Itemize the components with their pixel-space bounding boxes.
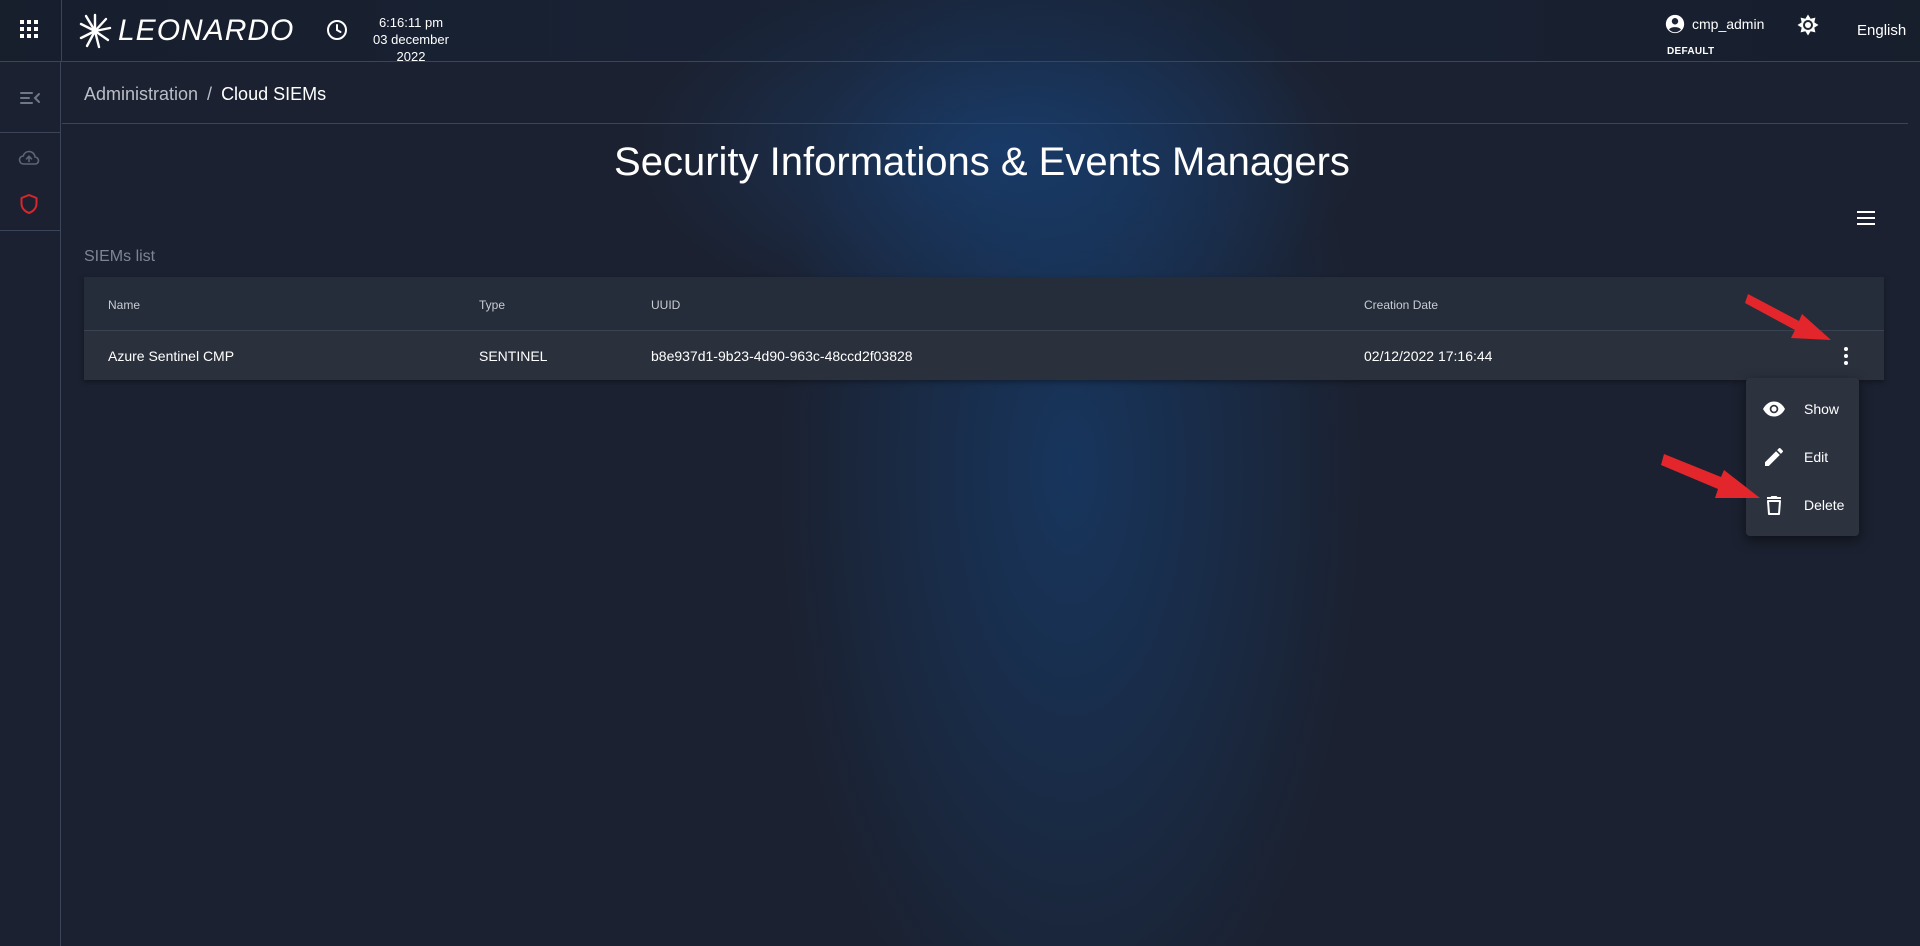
- cloud-upload-icon[interactable]: [17, 146, 41, 170]
- breadcrumb: Administration / Cloud SIEMs: [84, 84, 326, 105]
- column-header-creation-date[interactable]: Creation Date: [1364, 298, 1438, 312]
- clock-icon: [327, 20, 347, 40]
- menu-item-label: Edit: [1804, 449, 1829, 465]
- trash-icon: [1767, 496, 1781, 515]
- account-circle-icon[interactable]: [1664, 13, 1686, 35]
- user-name[interactable]: cmp_admin: [1692, 16, 1764, 32]
- cell-uuid: b8e937d1-9b23-4d90-963c-48ccd2f03828: [651, 348, 913, 364]
- eye-icon: [1763, 401, 1785, 417]
- cell-creation-date: 02/12/2022 17:16:44: [1364, 348, 1493, 364]
- table-row[interactable]: Azure Sentinel CMP SENTINEL b8e937d1-9b2…: [84, 331, 1884, 380]
- table-header: Name Type UUID Creation Date: [84, 277, 1884, 331]
- top-bar: LEONARDO 6:16:11 pm 03 december 2022 cmp…: [0, 0, 1920, 65]
- column-header-uuid[interactable]: UUID: [651, 298, 680, 312]
- pencil-icon: [1765, 448, 1783, 466]
- current-time: 6:16:11 pm: [378, 15, 444, 30]
- page-title: Security Informations & Events Managers: [614, 140, 1350, 184]
- menu-item-label: Delete: [1804, 497, 1845, 513]
- cell-type: SENTINEL: [479, 348, 548, 364]
- breadcrumb-administration[interactable]: Administration: [84, 84, 198, 104]
- column-header-type[interactable]: Type: [479, 298, 505, 312]
- tenant-label: DEFAULT: [1667, 46, 1715, 57]
- leonardo-logo-mark-icon: [79, 13, 112, 49]
- sidebar: [0, 62, 61, 946]
- siems-table: Name Type UUID Creation Date Azure Senti…: [84, 277, 1884, 380]
- column-header-name[interactable]: Name: [108, 298, 140, 312]
- shield-icon[interactable]: [17, 192, 41, 216]
- annotation-arrow-icon: [1661, 454, 1760, 498]
- collapse-menu-icon[interactable]: [18, 86, 42, 110]
- cell-name: Azure Sentinel CMP: [108, 348, 235, 364]
- breadcrumb-separator: /: [207, 84, 213, 104]
- current-date: 03 december 2022: [373, 32, 449, 64]
- menu-icon[interactable]: [1855, 207, 1877, 229]
- brightness-icon[interactable]: [1796, 13, 1820, 37]
- menu-item-label: Show: [1804, 401, 1840, 417]
- language-selector[interactable]: English: [1857, 22, 1906, 39]
- apps-grid-icon[interactable]: [20, 20, 40, 40]
- section-label: SIEMs list: [84, 248, 156, 265]
- leonardo-logo[interactable]: LEONARDO: [78, 12, 294, 50]
- breadcrumb-current: Cloud SIEMs: [221, 84, 327, 104]
- header-divider: [62, 123, 1908, 124]
- brand-name: LEONARDO: [118, 14, 295, 47]
- top-bar-divider: [61, 0, 62, 62]
- more-vertical-icon[interactable]: [1834, 344, 1858, 368]
- menu-item-show[interactable]: Show: [1746, 386, 1859, 432]
- clock-readout: 6:16:11 pm 03 december 2022: [358, 14, 464, 65]
- annotation-arrow-icon: [1745, 294, 1831, 340]
- sidebar-divider: [0, 132, 60, 133]
- sidebar-divider: [0, 230, 60, 231]
